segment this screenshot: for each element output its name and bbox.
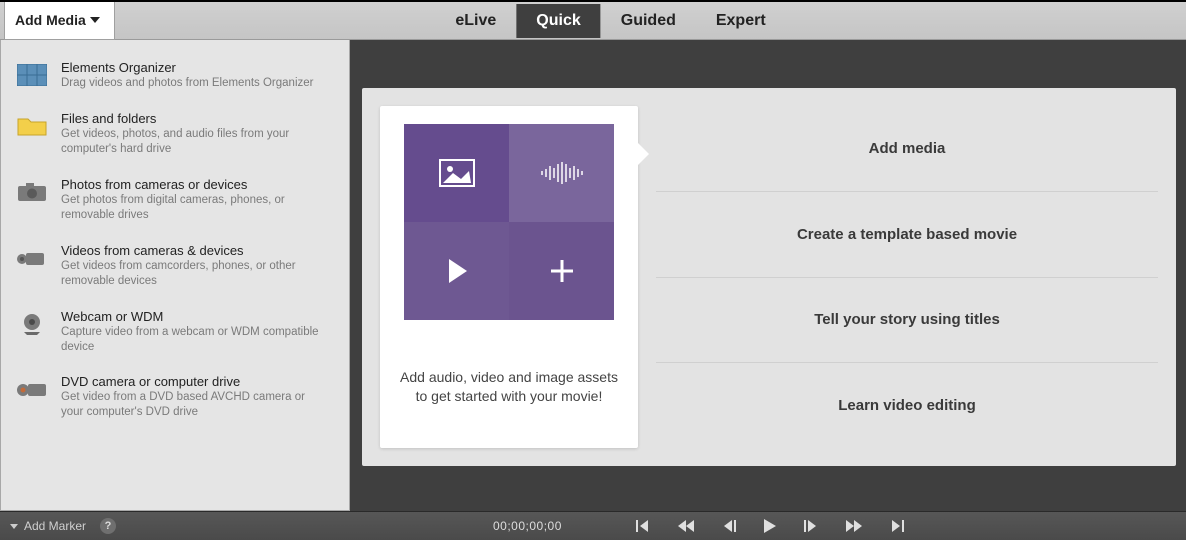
go-to-start-button[interactable] bbox=[636, 520, 650, 532]
menu-desc: Capture video from a webcam or WDM compa… bbox=[61, 325, 321, 355]
grid-icon bbox=[15, 62, 49, 88]
tab-quick[interactable]: Quick bbox=[516, 4, 600, 38]
option-add-media[interactable]: Add media bbox=[656, 106, 1158, 191]
option-titles[interactable]: Tell your story using titles bbox=[656, 277, 1158, 363]
bottom-toolbar: Add Marker ? 00;00;00;00 bbox=[0, 511, 1186, 540]
menu-desc: Get video from a DVD based AVCHD camera … bbox=[61, 390, 321, 420]
menu-dvd[interactable]: DVD camera or computer drive Get video f… bbox=[1, 364, 349, 430]
caret-down-icon bbox=[90, 17, 100, 23]
tab-expert[interactable]: Expert bbox=[696, 4, 786, 38]
media-thumbnail-grid bbox=[404, 124, 614, 320]
menu-title: Elements Organizer bbox=[61, 60, 335, 75]
add-media-label: Add Media bbox=[15, 12, 86, 28]
folder-icon bbox=[15, 113, 49, 139]
image-icon bbox=[404, 124, 509, 222]
play-icon bbox=[404, 222, 509, 320]
menu-title: Photos from cameras or devices bbox=[61, 177, 335, 192]
play-button[interactable] bbox=[764, 519, 776, 533]
rewind-button[interactable] bbox=[678, 520, 694, 532]
option-template-movie[interactable]: Create a template based movie bbox=[656, 191, 1158, 277]
menu-files-folders[interactable]: Files and folders Get videos, photos, an… bbox=[1, 101, 349, 167]
menu-desc: Get photos from digital cameras, phones,… bbox=[61, 193, 321, 223]
main-panel: Add audio, video and image assets to get… bbox=[350, 40, 1186, 511]
add-marker-button[interactable]: Add Marker bbox=[24, 519, 86, 533]
menu-title: Videos from cameras & devices bbox=[61, 243, 335, 258]
transport-controls bbox=[636, 519, 904, 533]
menu-webcam[interactable]: Webcam or WDM Capture video from a webca… bbox=[1, 299, 349, 365]
step-back-button[interactable] bbox=[722, 520, 736, 532]
menu-desc: Get videos, photos, and audio files from… bbox=[61, 127, 321, 157]
menu-videos-cameras[interactable]: Videos from cameras & devices Get videos… bbox=[1, 233, 349, 299]
webcam-icon bbox=[15, 311, 49, 337]
timecode-display: 00;00;00;00 bbox=[493, 519, 562, 533]
quick-start-panel: Add audio, video and image assets to get… bbox=[362, 88, 1176, 466]
camcorder-icon bbox=[15, 245, 49, 271]
audio-waveform-icon bbox=[509, 124, 614, 222]
add-media-button[interactable]: Add Media bbox=[4, 2, 115, 40]
help-button[interactable]: ? bbox=[100, 518, 116, 534]
menu-photos-cameras[interactable]: Photos from cameras or devices Get photo… bbox=[1, 167, 349, 233]
quick-options-list: Add media Create a template based movie … bbox=[656, 106, 1158, 448]
tab-elive[interactable]: eLive bbox=[435, 4, 516, 38]
option-learn[interactable]: Learn video editing bbox=[656, 362, 1158, 448]
plus-icon bbox=[509, 222, 614, 320]
mode-tabs: eLive Quick Guided Expert bbox=[435, 4, 785, 38]
menu-title: DVD camera or computer drive bbox=[61, 374, 335, 389]
tab-guided[interactable]: Guided bbox=[601, 4, 696, 38]
top-toolbar: Add Media eLive Quick Guided Expert bbox=[0, 0, 1186, 40]
go-to-end-button[interactable] bbox=[890, 520, 904, 532]
menu-desc: Drag videos and photos from Elements Org… bbox=[61, 76, 321, 91]
marker-caret-icon[interactable] bbox=[10, 524, 18, 529]
menu-title: Files and folders bbox=[61, 111, 335, 126]
dvd-cam-icon bbox=[15, 376, 49, 402]
step-forward-button[interactable] bbox=[804, 520, 818, 532]
camera-icon bbox=[15, 179, 49, 205]
fast-forward-button[interactable] bbox=[846, 520, 862, 532]
menu-desc: Get videos from camcorders, phones, or o… bbox=[61, 259, 321, 289]
add-media-card[interactable]: Add audio, video and image assets to get… bbox=[380, 106, 638, 448]
menu-title: Webcam or WDM bbox=[61, 309, 335, 324]
add-media-dropdown: Elements Organizer Drag videos and photo… bbox=[0, 40, 350, 511]
menu-elements-organizer[interactable]: Elements Organizer Drag videos and photo… bbox=[1, 50, 349, 101]
card-caption: Add audio, video and image assets to get… bbox=[394, 368, 624, 406]
